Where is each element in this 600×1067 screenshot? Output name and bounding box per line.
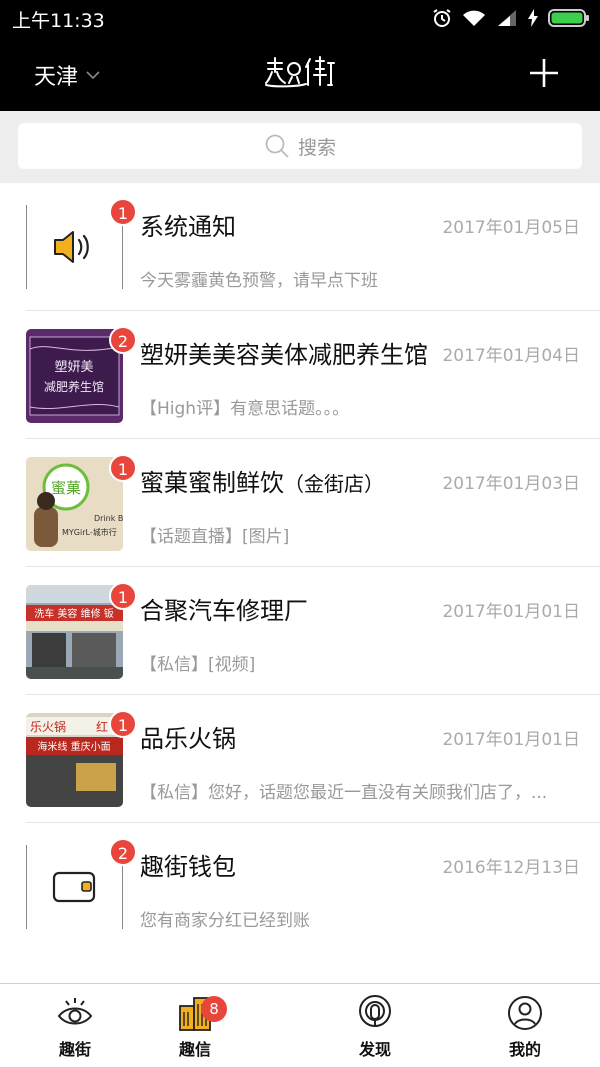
city-selector[interactable]: 天津	[34, 59, 100, 91]
eye-icon	[57, 998, 93, 1025]
message-preview: 【私信】您好，话题您最近一直没有关顾我们店了，...	[140, 783, 548, 803]
list-item[interactable]: 乐火锅 红 海米线 重庆小面 1 品乐火锅 2017年01月01日 【私信】您好…	[0, 695, 600, 823]
battery-icon	[548, 9, 589, 27]
search-input[interactable]: 搜索	[18, 123, 582, 169]
message-title: 合聚汽车修理厂	[140, 597, 308, 625]
message-preview: 【话题直播】[图片]	[140, 527, 290, 547]
city-label: 天津	[34, 65, 79, 90]
message-preview: 【High评】有意思话题。。。	[140, 399, 350, 419]
message-date: 2016年12月13日	[438, 853, 580, 878]
tab-mine[interactable]: 我的	[475, 984, 575, 1067]
search-placeholder: 搜索	[297, 136, 336, 159]
tab-quxin[interactable]: 8 趣信	[145, 984, 245, 1067]
svg-text:洗车 美容 维修 钣: 洗车 美容 维修 钣	[34, 607, 114, 620]
message-title: 蜜菓蜜制鲜饮（金街店）	[140, 469, 384, 497]
status-icons	[432, 6, 590, 30]
tab-qujie[interactable]: 趣街	[25, 984, 125, 1067]
tab-bar: 趣街 8 趣信 发现 我的	[0, 983, 600, 1067]
svg-text:塑妍美: 塑妍美	[54, 360, 93, 375]
wallet-icon	[52, 871, 96, 903]
message-title: 品乐火锅	[140, 725, 236, 753]
svg-text:Drink Best: Drink Best	[94, 514, 123, 523]
broadcast-icon	[359, 995, 391, 1027]
speaker-icon	[54, 231, 89, 263]
chevron-down-icon	[86, 71, 100, 80]
svg-text:海米线 重庆小面: 海米线 重庆小面	[37, 740, 110, 753]
message-date: 2017年01月03日	[438, 469, 580, 494]
list-item[interactable]: 塑妍美 减肥养生馆 2 塑妍美美容美体减肥养生馆 2017年01月04日 【Hi…	[0, 311, 600, 439]
unread-badge: 1	[109, 710, 137, 738]
svg-text:MYGirL-城市行: MYGirL-城市行	[62, 527, 117, 537]
unread-badge: 1	[109, 582, 137, 610]
svg-text:减肥养生馆: 减肥养生馆	[44, 379, 104, 394]
list-item[interactable]: 洗车 美容 维修 钣 1 合聚汽车修理厂 2017年01月01日 【私信】[视频…	[0, 567, 600, 695]
list-item[interactable]: 2 趣街钱包 2016年12月13日 您有商家分红已经到账	[0, 823, 600, 951]
charging-icon	[528, 9, 538, 27]
list-item[interactable]: 蜜菓 Drink Best MYGirL-城市行 1 蜜菓蜜制鲜饮（金街店） 2…	[0, 439, 600, 567]
message-title: 系统通知	[140, 213, 236, 241]
unread-badge: 1	[109, 198, 137, 226]
search-icon	[265, 134, 289, 158]
message-preview: 您有商家分红已经到账	[140, 911, 310, 931]
svg-text:蜜菓: 蜜菓	[51, 479, 81, 497]
message-date: 2017年01月01日	[438, 597, 580, 622]
svg-text:红: 红	[96, 719, 108, 734]
tab-discover[interactable]: 发现	[325, 984, 425, 1067]
status-time: 上午11:33	[12, 10, 105, 32]
tab-label: 我的	[508, 1040, 541, 1059]
message-date: 2017年01月05日	[438, 213, 580, 238]
message-date: 2017年01月01日	[438, 725, 580, 750]
app-logo: 趣街	[265, 56, 335, 88]
tab-label: 发现	[358, 1040, 391, 1059]
message-title: 塑妍美美容美体减肥养生馆	[140, 341, 428, 369]
signal-icon	[498, 10, 516, 26]
alarm-icon	[433, 9, 451, 27]
svg-text:乐火锅: 乐火锅	[30, 719, 66, 734]
add-icon[interactable]	[528, 57, 560, 89]
tab-badge: 8	[201, 996, 227, 1022]
message-preview: 【私信】[视频]	[140, 655, 256, 675]
tab-label: 趣街	[58, 1040, 91, 1059]
message-preview: 今天雾霾黄色预警，请早点下班	[140, 271, 378, 291]
unread-badge: 2	[109, 326, 137, 354]
message-title: 趣街钱包	[140, 853, 236, 881]
status-bar: 上午11:33	[0, 0, 600, 35]
user-icon	[508, 996, 542, 1030]
wifi-icon	[463, 10, 485, 26]
tab-label: 趣信	[178, 1040, 211, 1059]
nav-bar: 天津 趣街	[0, 35, 600, 111]
unread-badge: 1	[109, 454, 137, 482]
list-item[interactable]: 1 系统通知 2017年01月05日 今天雾霾黄色预警，请早点下班	[0, 183, 600, 311]
message-list: 1 系统通知 2017年01月05日 今天雾霾黄色预警，请早点下班 塑妍美 减肥…	[0, 183, 600, 983]
search-area: 搜索	[0, 111, 600, 183]
unread-badge: 2	[109, 838, 137, 866]
message-date: 2017年01月04日	[438, 341, 580, 366]
